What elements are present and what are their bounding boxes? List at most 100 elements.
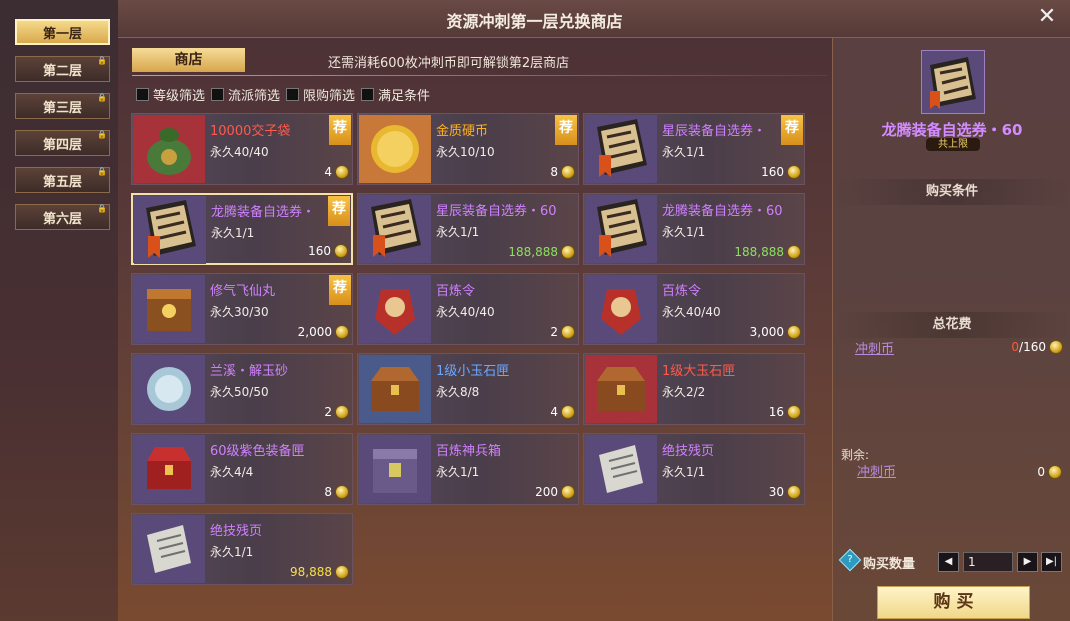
token-icon xyxy=(585,275,657,343)
filter-level[interactable]: 等级筛选 xyxy=(136,85,205,104)
filter-school[interactable]: 流派筛选 xyxy=(211,85,280,104)
coin-icon xyxy=(561,325,575,339)
shop-item[interactable]: 10000交子袋 永久40/40 4 荐 xyxy=(131,113,353,185)
item-price: 8 xyxy=(550,165,558,179)
item-price: 4 xyxy=(550,405,558,419)
item-name: 1级小玉石匣 xyxy=(436,364,510,379)
window-title: 资源冲刺第一层兑换商店 xyxy=(446,12,623,31)
item-name: 10000交子袋 xyxy=(210,124,291,139)
coin-icon xyxy=(561,405,575,419)
checkbox[interactable] xyxy=(286,88,300,101)
shop-item[interactable]: 龙腾装备自选券・ 永久1/1 160 荐 xyxy=(131,193,353,265)
selected-item-thumbnail xyxy=(921,50,985,114)
item-limit: 永久1/1 xyxy=(211,226,255,240)
item-name: 龙腾装备自选券・ xyxy=(211,205,316,220)
filter-satisfy[interactable]: 满足条件 xyxy=(361,85,430,104)
recommend-badge: 荐 xyxy=(781,115,803,145)
floor-tab-6[interactable]: 第六层 🔒 xyxy=(15,203,110,230)
unlock-note: 还需消耗600枚冲刺币即可解锁第2层商店 xyxy=(328,56,570,71)
shop-item[interactable]: 金质硬币 永久10/10 8 荐 xyxy=(357,113,579,185)
item-price: 2 xyxy=(550,325,558,339)
item-price: 98,888 xyxy=(290,565,332,579)
item-price: 160 xyxy=(761,165,784,179)
checkbox[interactable] xyxy=(361,88,375,101)
item-name: 龙腾装备自选券・60 xyxy=(662,204,783,219)
shop-item[interactable]: 60级紫色装备匣 永久4/4 8 xyxy=(131,433,353,505)
cost-value: 0/160 xyxy=(1011,340,1046,354)
item-name: 星辰装备自选券・60 xyxy=(436,204,557,219)
item-limit: 永久1/1 xyxy=(210,545,254,559)
voucher-star-icon xyxy=(359,195,431,263)
shop-item[interactable]: 1级大玉石匣 永久2/2 16 xyxy=(583,353,805,425)
remaining-currency-link[interactable]: 冲刺币 xyxy=(857,461,896,480)
item-name: 百炼令 xyxy=(662,284,702,299)
item-limit: 永久40/40 xyxy=(662,305,721,319)
floor-tab-2[interactable]: 第二层 🔒 xyxy=(15,55,110,82)
item-price: 16 xyxy=(768,405,784,419)
shop-item[interactable]: 龙腾装备自选券・60 永久1/1 188,888 xyxy=(583,193,805,265)
item-name: 百炼令 xyxy=(436,284,476,299)
voucher-dragon-icon xyxy=(585,195,657,263)
shop-item[interactable]: 百炼神兵箱 永久1/1 200 xyxy=(357,433,579,505)
coin-bag-icon xyxy=(133,115,205,183)
item-name: 1级大玉石匣 xyxy=(662,364,736,379)
checkbox[interactable] xyxy=(136,88,149,101)
item-limit: 永久1/1 xyxy=(662,225,706,239)
checkbox[interactable] xyxy=(211,88,225,101)
shop-item[interactable]: 星辰装备自选券・60 永久1/1 188,888 xyxy=(357,193,579,265)
coin-icon xyxy=(787,325,801,339)
coin-icon xyxy=(561,485,575,499)
item-limit: 永久1/1 xyxy=(436,465,480,479)
recommend-badge: 荐 xyxy=(328,196,350,226)
recommend-badge: 荐 xyxy=(329,115,351,145)
buy-button[interactable]: 购 买 xyxy=(877,586,1030,619)
shop-item[interactable]: 1级小玉石匣 永久8/8 4 xyxy=(357,353,579,425)
shop-item[interactable]: 绝技残页 永久1/1 98,888 xyxy=(131,513,353,585)
tab-shop[interactable]: 商店 xyxy=(132,48,245,72)
recommend-badge: 荐 xyxy=(555,115,577,145)
decrease-button[interactable]: ◀ xyxy=(938,552,959,572)
shop-item[interactable]: 百炼令永久40/40 3,000 xyxy=(583,273,805,345)
close-icon[interactable]: ✕ xyxy=(1036,6,1058,28)
coin-icon xyxy=(335,325,349,339)
cost-total: /160 xyxy=(1019,340,1046,354)
shop-item[interactable]: 绝技残页永久1/1 30 xyxy=(583,433,805,505)
item-name: 绝技残页 xyxy=(662,444,715,459)
max-button[interactable]: ▶| xyxy=(1041,552,1062,572)
floor-tab-5[interactable]: 第五层 🔒 xyxy=(15,166,110,193)
shop-item[interactable]: 百炼令 永久40/40 2 xyxy=(357,273,579,345)
weapon-chest-icon xyxy=(359,435,431,503)
filter-label: 等级筛选 xyxy=(153,89,206,104)
shop-item[interactable]: 修气飞仙丸 永久30/30 2,000 荐 xyxy=(131,273,353,345)
lock-icon: 🔒 xyxy=(97,92,107,102)
quantity-label: 购买数量 xyxy=(863,557,916,572)
coin-icon xyxy=(787,245,801,259)
filter-label: 流派筛选 xyxy=(228,89,281,104)
floor-tab-label: 第一层 xyxy=(42,26,82,42)
currency-link[interactable]: 冲刺币 xyxy=(855,338,894,357)
item-limit: 永久2/2 xyxy=(662,385,706,399)
jade-box-icon xyxy=(585,355,657,423)
floor-tab-label: 第二层 xyxy=(42,63,82,79)
item-limit: 永久1/1 xyxy=(662,465,706,479)
item-limit: 永久4/4 xyxy=(210,465,254,479)
floor-tab-4[interactable]: 第四层 🔒 xyxy=(15,129,110,156)
detail-panel: 龙腾装备自选券・60 共上限 购买条件 总花费 冲刺币 0/160 剩余: 冲刺… xyxy=(832,38,1070,621)
floor-tab-3[interactable]: 第三层 🔒 xyxy=(15,92,110,119)
coin-icon xyxy=(335,165,349,179)
remaining-value: 0 xyxy=(1037,465,1045,479)
shop-item[interactable]: 兰溪・解玉砂 永久50/50 2 xyxy=(131,353,353,425)
floor-tab-1[interactable]: 第一层 xyxy=(15,19,110,45)
item-price: 30 xyxy=(768,485,784,499)
filter-limit[interactable]: 限购筛选 xyxy=(286,85,355,104)
item-name: 修气飞仙丸 xyxy=(210,284,276,299)
equip-box-icon xyxy=(133,435,205,503)
item-price: 3,000 xyxy=(749,325,784,339)
quantity-input[interactable] xyxy=(963,552,1013,572)
voucher-dragon-icon xyxy=(134,196,206,264)
limit-badge: 共上限 xyxy=(926,138,980,151)
help-icon[interactable]: ? xyxy=(838,548,862,572)
shop-item[interactable]: 星辰装备自选券・ 永久1/1 160 荐 xyxy=(583,113,805,185)
increase-button[interactable]: ▶ xyxy=(1017,552,1038,572)
item-price: 188,888 xyxy=(734,245,784,259)
